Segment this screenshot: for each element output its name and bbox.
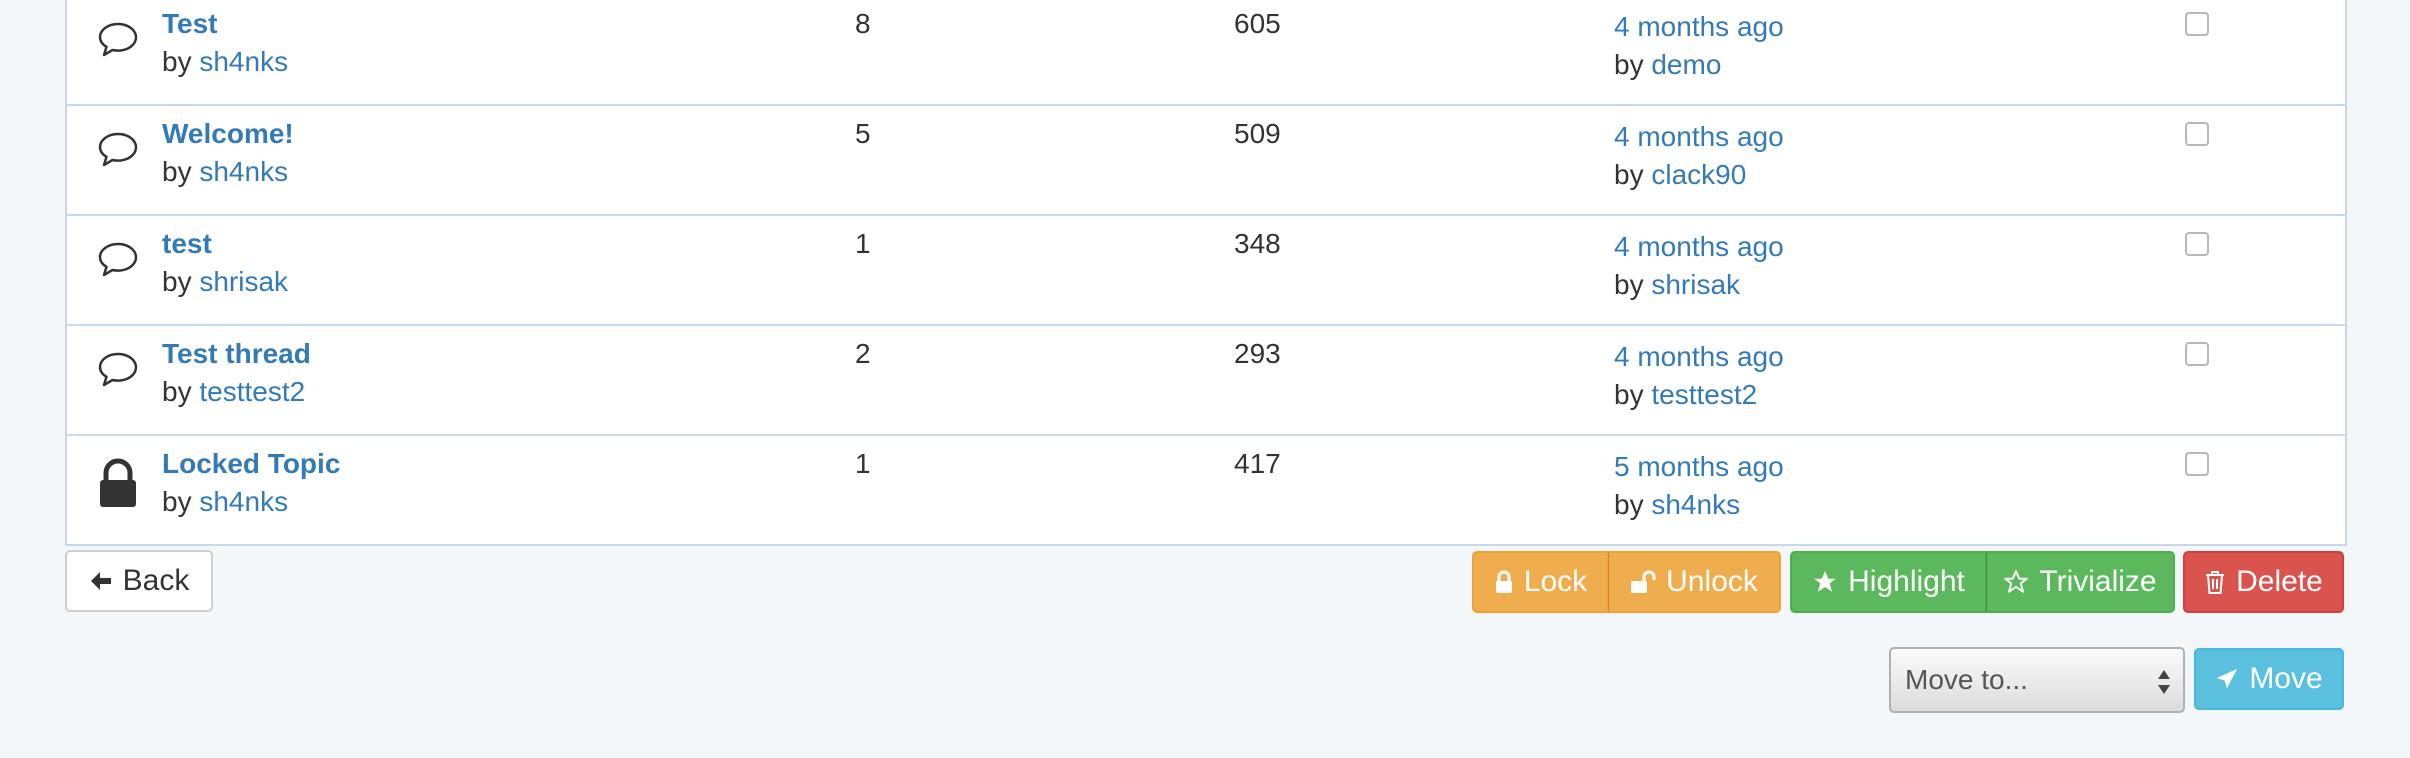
last-post: 4 months ago by shrisak (1614, 228, 1784, 304)
trash-icon (2204, 569, 2226, 595)
speech-bubble-icon (96, 128, 140, 172)
views-count: 348 (1234, 228, 1281, 259)
views-count: 417 (1234, 448, 1281, 479)
last-post: 5 months ago by sh4nks (1614, 448, 1784, 524)
table-row: Test thread by testtest2 2 293 4 months … (67, 324, 2345, 434)
by-label: by (1614, 159, 1644, 190)
author-link[interactable]: sh4nks (199, 156, 288, 187)
last-post-time-link[interactable]: 4 months ago (1614, 11, 1784, 42)
last-post: 4 months ago by testtest2 (1614, 338, 1784, 414)
topic-author: by sh4nks (162, 156, 288, 188)
topic-table: Test by sh4nks 8 605 4 months ago by dem… (65, 0, 2347, 546)
arrow-left-icon (89, 569, 113, 593)
topic-title-link[interactable]: test (162, 228, 212, 260)
highlight-button-label: Highlight (1848, 565, 1965, 598)
lock-icon (96, 458, 140, 507)
topic-author: by sh4nks (162, 486, 288, 518)
by-label: by (162, 266, 192, 297)
last-post-author-link[interactable]: demo (1651, 49, 1721, 80)
move-button-label: Move (2249, 662, 2323, 695)
author-link[interactable]: sh4nks (199, 46, 288, 77)
speech-bubble-icon (96, 348, 140, 392)
author-link[interactable]: testtest2 (199, 376, 305, 407)
back-button[interactable]: Back (65, 550, 213, 612)
author-link[interactable]: sh4nks (199, 486, 288, 517)
star-outline-icon (2003, 569, 2029, 595)
lock-button[interactable]: Lock (1472, 551, 1609, 613)
by-label: by (1614, 269, 1644, 300)
last-post-author-link[interactable]: testtest2 (1651, 379, 1757, 410)
by-label: by (162, 156, 192, 187)
by-label: by (162, 376, 192, 407)
replies-count: 2 (855, 338, 871, 369)
highlight-button[interactable]: Highlight (1790, 551, 1987, 613)
select-topic-checkbox[interactable] (2185, 12, 2209, 36)
select-topic-checkbox[interactable] (2185, 122, 2209, 146)
speech-bubble-icon (96, 18, 140, 62)
topic-title-link[interactable]: Test thread (162, 338, 311, 370)
replies-count: 1 (855, 448, 871, 479)
table-row: Test by sh4nks 8 605 4 months ago by dem… (67, 0, 2345, 104)
table-row: test by shrisak 1 348 4 months ago by sh… (67, 214, 2345, 324)
plane-icon (2215, 667, 2239, 691)
topic-author: by shrisak (162, 266, 288, 298)
select-topic-checkbox[interactable] (2185, 452, 2209, 476)
topic-author: by testtest2 (162, 376, 305, 408)
views-count: 293 (1234, 338, 1281, 369)
topic-title-link[interactable]: Welcome! (162, 118, 294, 150)
last-post: 4 months ago by demo (1614, 8, 1784, 84)
last-post-author-link[interactable]: clack90 (1651, 159, 1746, 190)
last-post-time-link[interactable]: 5 months ago (1614, 451, 1784, 482)
by-label: by (1614, 489, 1644, 520)
unlock-icon (1630, 570, 1656, 594)
unlock-button-label: Unlock (1666, 565, 1758, 598)
replies-count: 1 (855, 228, 871, 259)
author-link[interactable]: shrisak (199, 266, 288, 297)
last-post: 4 months ago by clack90 (1614, 118, 1784, 194)
last-post-author-link[interactable]: sh4nks (1651, 489, 1740, 520)
by-label: by (1614, 379, 1644, 410)
lock-button-label: Lock (1523, 565, 1588, 598)
star-filled-icon (1812, 569, 1838, 595)
last-post-time-link[interactable]: 4 months ago (1614, 231, 1784, 262)
back-button-label: Back (122, 564, 190, 597)
select-topic-checkbox[interactable] (2185, 232, 2209, 256)
last-post-time-link[interactable]: 4 months ago (1614, 341, 1784, 372)
unlock-button[interactable]: Unlock (1608, 551, 1781, 613)
delete-button[interactable]: Delete (2183, 551, 2344, 613)
replies-count: 5 (855, 118, 871, 149)
last-post-author-link[interactable]: shrisak (1651, 269, 1740, 300)
topic-title-link[interactable]: Test (162, 8, 218, 40)
by-label: by (162, 46, 192, 77)
last-post-time-link[interactable]: 4 months ago (1614, 121, 1784, 152)
table-row: Locked Topic by sh4nks 1 417 5 months ag… (67, 434, 2345, 544)
topic-title-link[interactable]: Locked Topic (162, 448, 340, 480)
topic-author: by sh4nks (162, 46, 288, 78)
trivialize-button[interactable]: Trivialize (1986, 551, 2175, 613)
replies-count: 8 (855, 8, 871, 39)
select-arrows-icon (2157, 667, 2171, 697)
lock-icon (1494, 570, 1514, 594)
views-count: 509 (1234, 118, 1281, 149)
delete-button-label: Delete (2236, 565, 2323, 598)
move-to-select-value: Move to... (1905, 664, 2028, 695)
move-button[interactable]: Move (2194, 648, 2344, 710)
move-to-select[interactable]: Move to... (1889, 647, 2185, 713)
by-label: by (1614, 49, 1644, 80)
table-row: Welcome! by sh4nks 5 509 4 months ago by… (67, 104, 2345, 214)
trivialize-button-label: Trivialize (2039, 565, 2157, 598)
views-count: 605 (1234, 8, 1281, 39)
select-topic-checkbox[interactable] (2185, 342, 2209, 366)
speech-bubble-icon (96, 238, 140, 282)
by-label: by (162, 486, 192, 517)
